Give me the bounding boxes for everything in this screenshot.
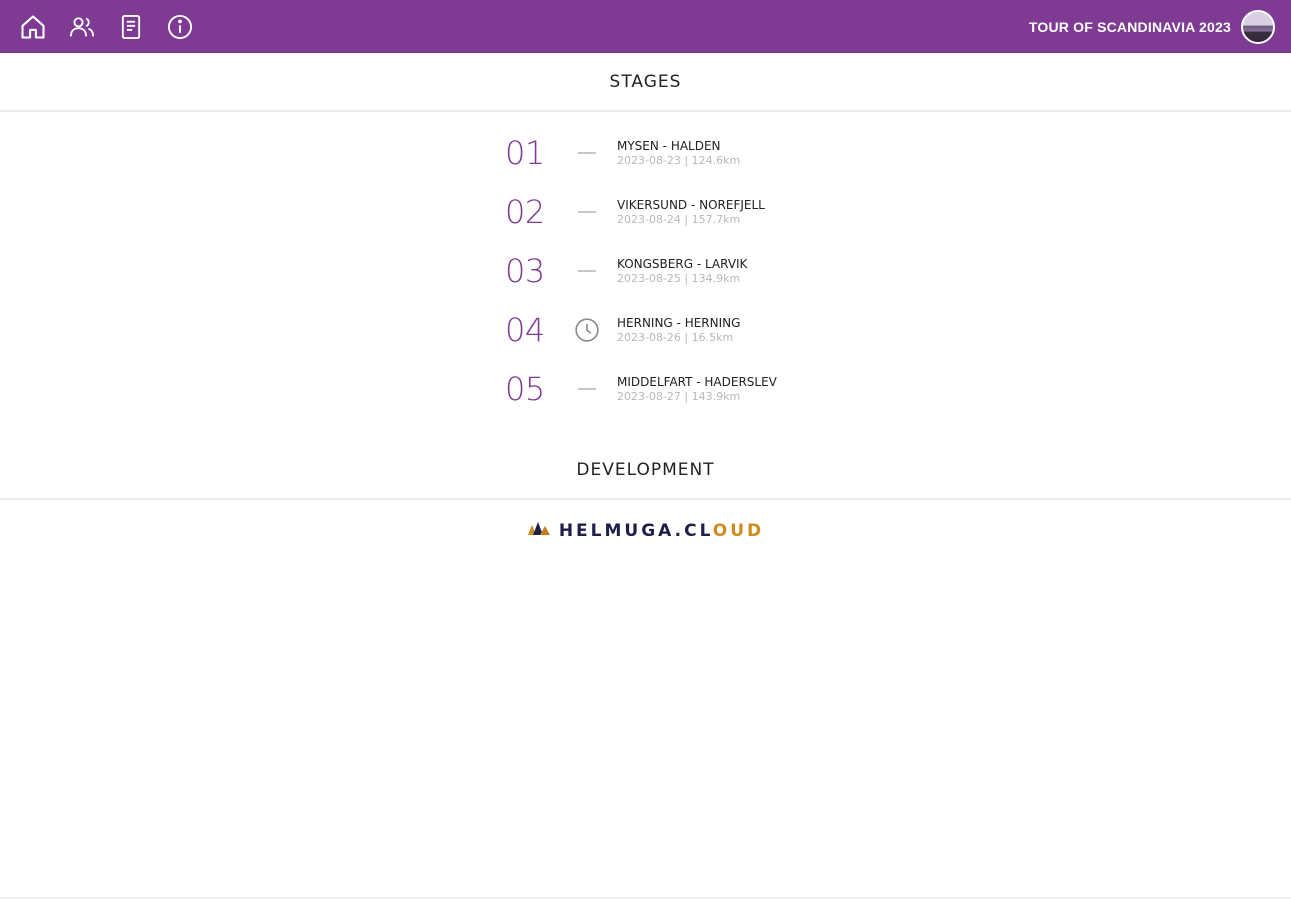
stage-number: 02: [505, 193, 545, 231]
nav-icon-group: [18, 12, 194, 41]
stage-name: KONGSBERG - LARVIK: [617, 256, 748, 271]
stage-number: 04: [505, 311, 545, 349]
stages-section-title: STAGES: [609, 71, 682, 92]
stage-info: KONGSBERG - LARVIK 2023-08-25 | 134.9km: [617, 257, 747, 286]
stage-status: [557, 211, 617, 213]
stage-meta: 2023-08-27 | 143.9km: [617, 389, 741, 403]
top-navigation-bar: TOUR OF SCANDINAVIA 2023: [0, 0, 1291, 53]
logo-text: HELMUGA.CLOUD: [559, 521, 764, 541]
stage-item-03[interactable]: 03 KONGSBERG - LARVIK 2023-08-25 | 134.9…: [505, 249, 835, 293]
users-icon[interactable]: [67, 12, 96, 41]
stage-item-02[interactable]: 02 VIKERSUND - NOREFJELL 2023-08-24 | 15…: [505, 190, 835, 234]
clock-icon: [575, 318, 599, 342]
avatar[interactable]: [1241, 9, 1275, 44]
stage-name: HERNING - HERNING: [617, 315, 741, 330]
info-icon[interactable]: [165, 12, 194, 41]
logo-text-accent: OUD: [712, 520, 765, 541]
stage-name: MYSEN - HALDEN: [617, 138, 721, 153]
stage-meta: 2023-08-25 | 134.9km: [617, 271, 741, 285]
home-icon[interactable]: [18, 12, 47, 41]
logo-mark-icon: [527, 520, 551, 541]
stage-number: 01: [505, 134, 545, 172]
logo-text-main: HELMUGA.CL: [558, 520, 713, 541]
dash-icon: [578, 270, 596, 272]
stage-number: 03: [505, 252, 545, 290]
dash-icon: [578, 211, 596, 213]
stage-name: VIKERSUND - NOREFJELL: [617, 197, 765, 212]
document-icon[interactable]: [116, 12, 145, 41]
development-section-header: DEVELOPMENT: [0, 441, 1291, 500]
stage-name: MIDDELFART - HADERSLEV: [617, 374, 777, 389]
stage-item-05[interactable]: 05 MIDDELFART - HADERSLEV 2023-08-27 | 1…: [505, 367, 835, 411]
stages-section-header: STAGES: [0, 53, 1291, 112]
stage-status: [557, 152, 617, 154]
development-section-title: DEVELOPMENT: [576, 459, 715, 480]
stage-info: MYSEN - HALDEN 2023-08-23 | 124.6km: [617, 139, 740, 168]
dash-icon: [578, 152, 596, 154]
stage-item-04[interactable]: 04 HERNING - HERNING 2023-08-26 | 16.5km: [505, 308, 835, 352]
helmuga-logo[interactable]: HELMUGA.CLOUD: [0, 520, 1291, 541]
dash-icon: [578, 388, 596, 390]
stage-number: 05: [505, 370, 545, 408]
stage-info: HERNING - HERNING 2023-08-26 | 16.5km: [617, 316, 740, 345]
stage-item-01[interactable]: 01 MYSEN - HALDEN 2023-08-23 | 124.6km: [505, 131, 835, 175]
brand-area: TOUR OF SCANDINAVIA 2023: [1028, 9, 1275, 44]
stage-meta: 2023-08-23 | 124.6km: [617, 153, 741, 167]
stage-meta: 2023-08-24 | 157.7km: [617, 212, 741, 226]
stage-info: VIKERSUND - NOREFJELL 2023-08-24 | 157.7…: [617, 198, 765, 227]
bottom-divider: [0, 897, 1291, 899]
app-title: TOUR OF SCANDINAVIA 2023: [1028, 18, 1231, 35]
stage-status: [557, 317, 617, 343]
stage-info: MIDDELFART - HADERSLEV 2023-08-27 | 143.…: [617, 375, 777, 404]
stages-list: 01 MYSEN - HALDEN 2023-08-23 | 124.6km 0…: [0, 112, 1291, 441]
stage-meta: 2023-08-26 | 16.5km: [617, 330, 734, 344]
stage-status: [557, 270, 617, 272]
stage-status: [557, 388, 617, 390]
